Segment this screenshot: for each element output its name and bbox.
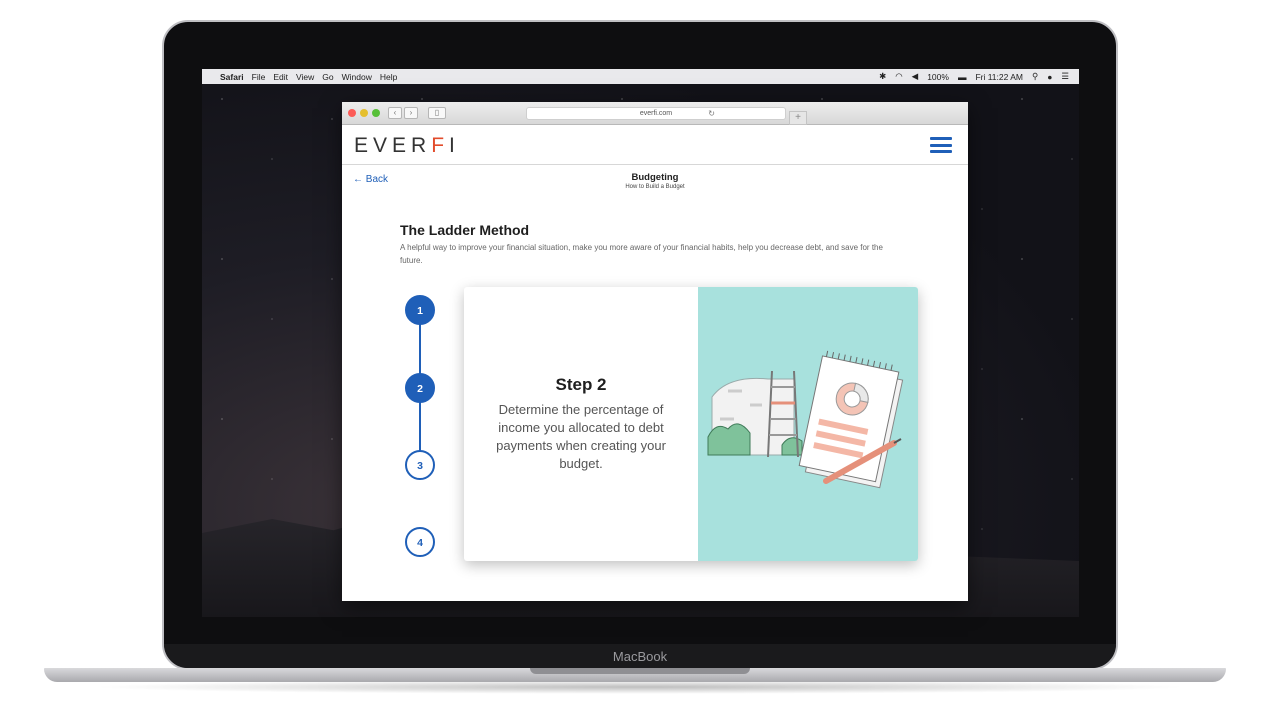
url-text: everfi.com [639,110,673,117]
status-area: ✱ ◠ ◀ 100% ▬ Fri 11:22 AM ⚲ ● ☰ [879,71,1069,82]
menu-edit[interactable]: Edit [273,72,288,82]
step-heading: Step 2 [555,375,607,394]
zoom-window-button[interactable] [372,109,380,117]
step-3-button[interactable]: 3 [405,450,435,480]
siri-icon[interactable]: ● [1047,72,1052,82]
forward-nav-icon[interactable]: › [404,107,418,119]
step-card: Step 2 Determine the percentage of incom… [464,287,918,561]
lesson-subheader: ← Back Budgeting How to Build a Budget [342,165,968,203]
menu-file[interactable]: File [252,72,266,82]
ladder-notebook-illustration [707,350,904,489]
lesson-intro: The Ladder Method A helpful way to impro… [400,222,900,267]
volume-icon[interactable]: ◀ [912,71,919,82]
macos-menubar: Safari File Edit View Go Window Help ✱ ◠… [202,69,1079,84]
wifi-icon[interactable]: ◠ [895,71,902,82]
laptop-hinge-notch [530,668,750,674]
step-4-button[interactable]: 4 [405,527,435,557]
hamburger-menu-icon[interactable] [930,137,952,153]
section-title: Budgeting [631,172,679,183]
reload-icon[interactable]: ↻ [708,108,715,120]
minimize-window-button[interactable] [360,109,368,117]
step-illustration [698,287,918,561]
page-title: The Ladder Method [400,222,530,238]
section-subtitle: How to Build a Budget [625,184,685,190]
bluetooth-icon[interactable]: ✱ [879,71,886,82]
sidebar-toggle-icon[interactable]: ▯ [428,107,446,119]
page-description: A helpful way to improve your financial … [400,243,883,265]
notification-center-icon[interactable]: ☰ [1061,71,1069,82]
device-label: MacBook [612,649,668,664]
everfi-logo[interactable]: EVERFI [354,134,460,158]
back-nav-icon[interactable]: ‹ [388,107,402,119]
browser-toolbar: ‹ › ▯ everfi.com ↻ + [342,102,968,125]
app-header: EVERFI [342,125,968,165]
step-body: Determine the percentage of income you a… [496,402,666,471]
step-card-text: Step 2 Determine the percentage of incom… [464,287,698,561]
spotlight-search-icon[interactable]: ⚲ [1032,71,1038,82]
step-2-button[interactable]: 2 [405,373,435,403]
menu-help[interactable]: Help [380,72,397,82]
menu-window[interactable]: Window [342,72,372,82]
new-tab-button[interactable]: + [789,111,807,125]
battery-percent: 100% [927,71,949,82]
menu-safari[interactable]: Safari [220,72,244,82]
laptop-shadow [90,680,1190,694]
battery-icon[interactable]: ▬ [958,72,967,82]
browser-window: ‹ › ▯ everfi.com ↻ + EVERFI ← Back Budge… [342,102,968,601]
menu-view[interactable]: View [296,72,314,82]
clock[interactable]: Fri 11:22 AM [975,72,1023,82]
step-1-button[interactable]: 1 [405,295,435,325]
address-bar[interactable]: everfi.com ↻ [526,107,786,120]
close-window-button[interactable] [348,109,356,117]
menu-go[interactable]: Go [322,72,333,82]
step-progress: 1 2 3 4 [404,295,436,557]
